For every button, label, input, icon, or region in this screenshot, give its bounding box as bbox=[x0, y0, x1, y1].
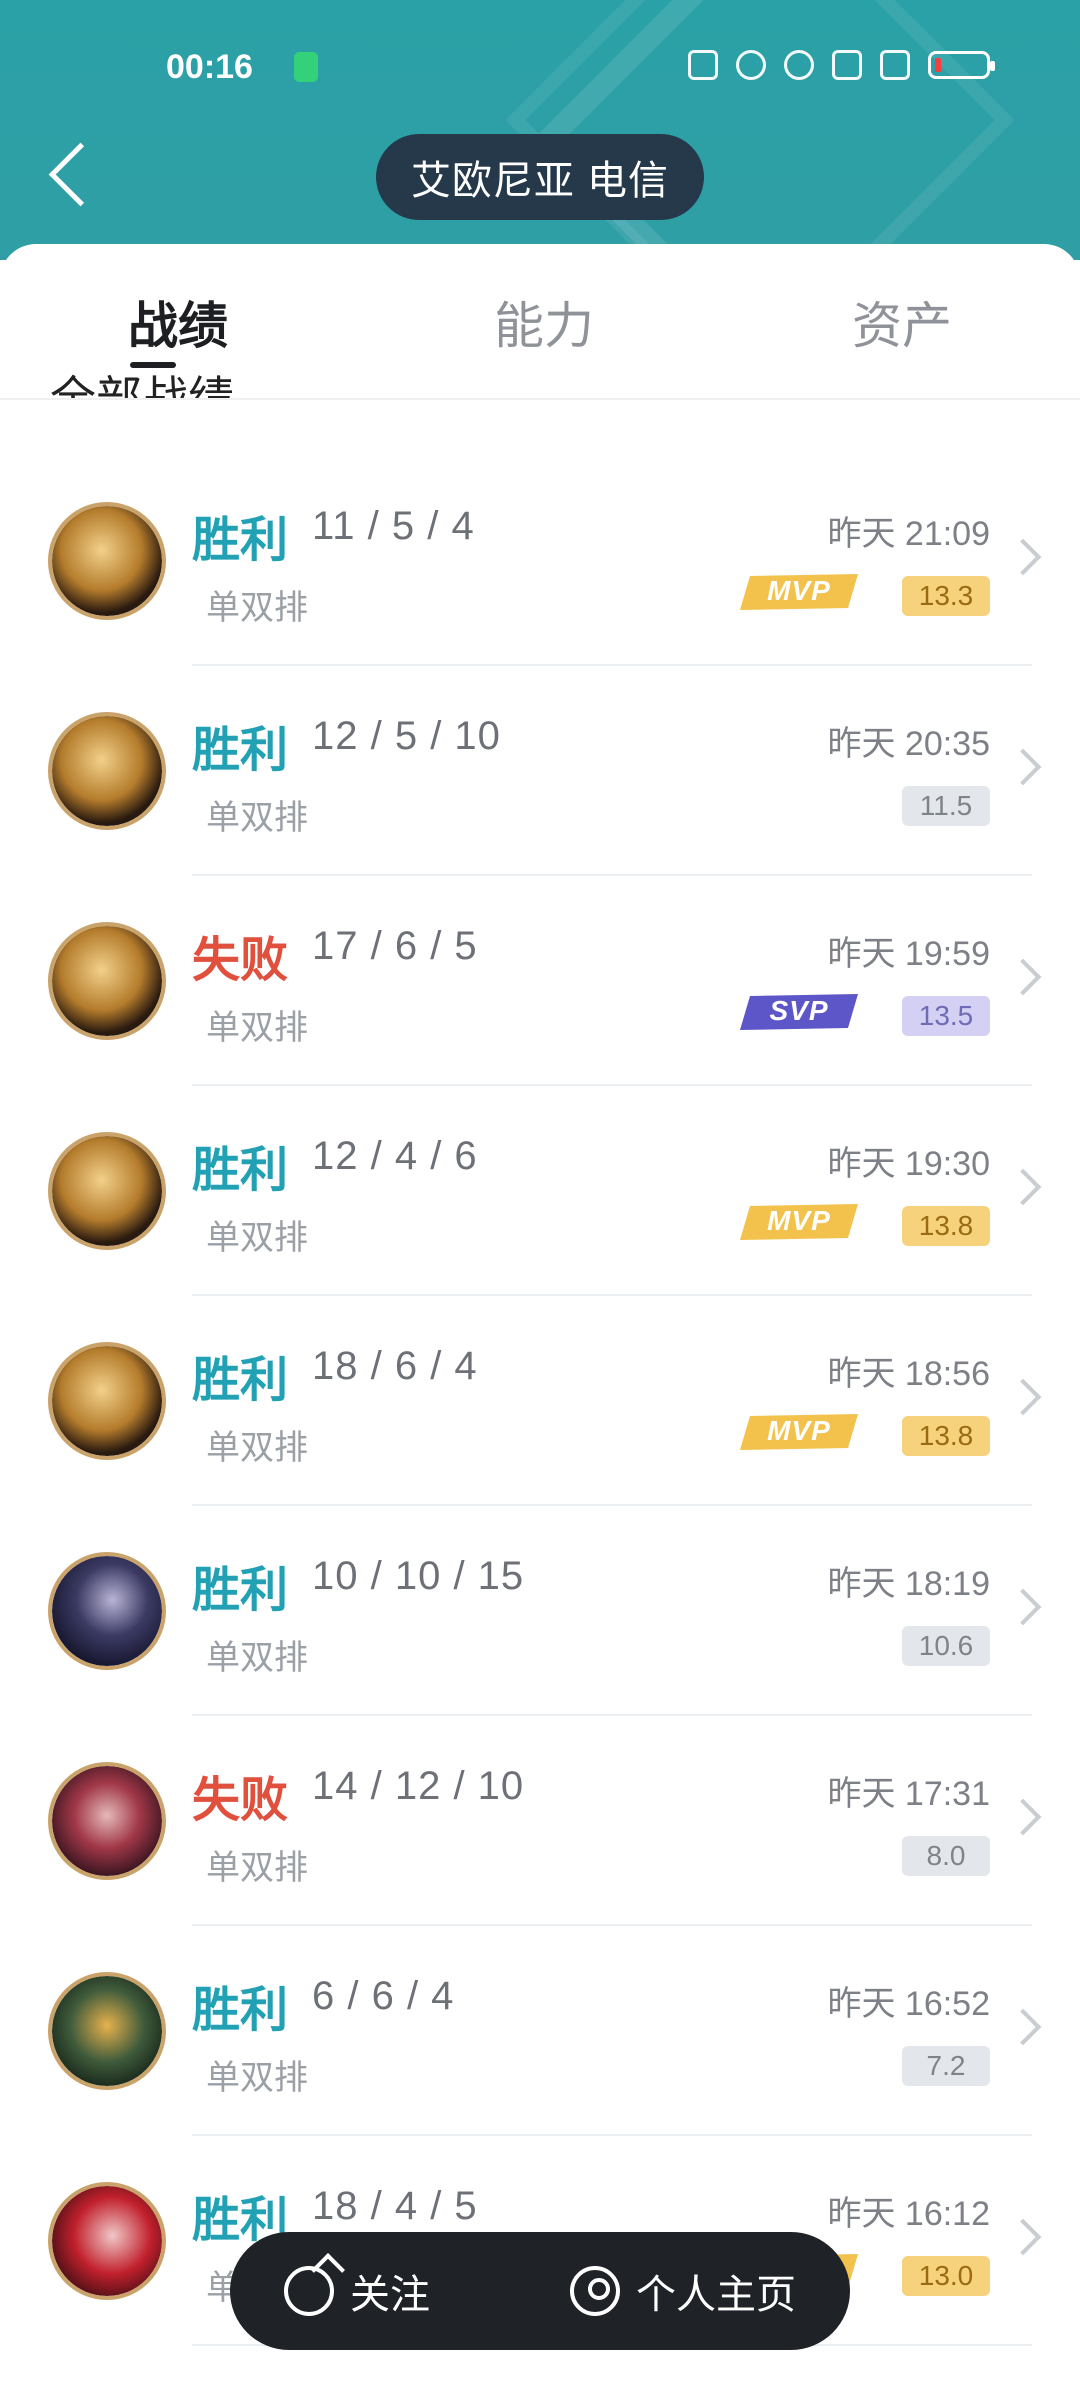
match-row[interactable]: 胜利 18 / 6 / 4 单双排 昨天 18:56 MVP 13.8 bbox=[0, 1296, 1080, 1506]
champion-avatar bbox=[48, 1342, 166, 1460]
champion-avatar bbox=[48, 712, 166, 830]
match-score: 8.0 bbox=[902, 1836, 990, 1876]
match-kda: 18 / 4 / 5 bbox=[312, 2184, 478, 2228]
match-row[interactable]: 胜利 12 / 5 / 10 单双排 昨天 20:35 11.5 bbox=[0, 666, 1080, 876]
match-list: 胜利 11 / 5 / 4 单双排 昨天 21:09 MVP 13.3 胜利 1… bbox=[0, 456, 1080, 2346]
match-mode: 单双排 bbox=[206, 1009, 308, 1047]
match-result: 胜利 bbox=[192, 724, 289, 777]
chevron-right-icon bbox=[1004, 2218, 1042, 2256]
match-mode: 单双排 bbox=[206, 799, 308, 837]
match-time: 昨天 16:12 bbox=[827, 2195, 990, 2233]
match-mode: 单双排 bbox=[206, 2059, 308, 2097]
match-time: 昨天 18:19 bbox=[827, 1565, 990, 1603]
match-row[interactable]: 胜利 12 / 4 / 6 单双排 昨天 19:30 MVP 13.8 bbox=[0, 1086, 1080, 1296]
match-score: 13.0 bbox=[902, 2256, 990, 2296]
match-kda: 14 / 12 / 10 bbox=[312, 1764, 525, 1808]
match-time: 昨天 18:56 bbox=[827, 1355, 990, 1393]
chevron-right-icon bbox=[1004, 1798, 1042, 1836]
hd-icon bbox=[832, 50, 862, 80]
chevron-right-icon bbox=[1004, 538, 1042, 576]
match-result: 胜利 bbox=[192, 1144, 289, 1197]
match-score: 11.5 bbox=[902, 786, 990, 826]
match-row[interactable]: 胜利 10 / 10 / 15 单双排 昨天 18:19 10.6 bbox=[0, 1506, 1080, 1716]
profile-button[interactable]: 个人主页 bbox=[570, 2262, 796, 2320]
section-title: 全部战绩 bbox=[50, 372, 234, 398]
match-result: 胜利 bbox=[192, 1354, 289, 1407]
champion-avatar bbox=[48, 1132, 166, 1250]
server-title[interactable]: 艾欧尼亚 电信 bbox=[376, 134, 704, 220]
match-result: 失败 bbox=[192, 1774, 289, 1827]
chevron-right-icon bbox=[1004, 1168, 1042, 1206]
status-time: 00:16 bbox=[166, 48, 253, 86]
champion-avatar bbox=[48, 922, 166, 1040]
match-kda: 10 / 10 / 15 bbox=[312, 1554, 525, 1598]
profile-icon bbox=[570, 2266, 620, 2316]
match-kda: 18 / 6 / 4 bbox=[312, 1344, 478, 1388]
status-bar: 00:16 bbox=[0, 40, 1080, 100]
match-time: 昨天 21:09 bbox=[827, 515, 990, 553]
status-icons bbox=[688, 50, 995, 80]
chevron-right-icon bbox=[1004, 748, 1042, 786]
match-score: 13.8 bbox=[902, 1206, 990, 1246]
back-button[interactable] bbox=[40, 140, 100, 220]
alarm-icon bbox=[736, 50, 766, 80]
match-kda: 12 / 4 / 6 bbox=[312, 1134, 478, 1178]
mvp-badge: MVP bbox=[740, 1410, 858, 1452]
match-mode: 单双排 bbox=[206, 1849, 308, 1887]
match-score: 13.3 bbox=[902, 576, 990, 616]
mvp-badge: MVP bbox=[740, 1200, 858, 1242]
champion-avatar bbox=[48, 1972, 166, 2090]
5g-signal-icon bbox=[880, 50, 910, 80]
match-kda: 6 / 6 / 4 bbox=[312, 1974, 455, 2018]
match-time: 昨天 16:52 bbox=[827, 1985, 990, 2023]
nfc-icon bbox=[688, 50, 718, 80]
match-kda: 12 / 5 / 10 bbox=[312, 714, 501, 758]
chevron-right-icon bbox=[1004, 958, 1042, 996]
follow-label: 关注 bbox=[350, 2273, 430, 2317]
match-row[interactable]: 失败 17 / 6 / 5 单双排 昨天 19:59 SVP 13.5 bbox=[0, 876, 1080, 1086]
match-row[interactable]: 胜利 11 / 5 / 4 单双排 昨天 21:09 MVP 13.3 bbox=[0, 456, 1080, 666]
match-kda: 17 / 6 / 5 bbox=[312, 924, 478, 968]
chevron-right-icon bbox=[1004, 1588, 1042, 1626]
mvp-badge: MVP bbox=[740, 570, 858, 612]
follow-button[interactable]: 关注 bbox=[284, 2262, 430, 2320]
match-time: 昨天 20:35 bbox=[827, 725, 990, 763]
match-score: 7.2 bbox=[902, 2046, 990, 2086]
champion-avatar bbox=[48, 1762, 166, 1880]
match-time: 昨天 19:59 bbox=[827, 935, 990, 973]
champion-avatar bbox=[48, 1552, 166, 1670]
match-result: 胜利 bbox=[192, 1984, 289, 2037]
chevron-right-icon bbox=[1004, 1378, 1042, 1416]
match-result: 胜利 bbox=[192, 514, 289, 567]
battery-saver-icon bbox=[294, 52, 318, 82]
tab-record[interactable]: 战绩 bbox=[128, 286, 228, 358]
profile-label: 个人主页 bbox=[636, 2273, 796, 2317]
match-mode: 单双排 bbox=[206, 1429, 308, 1467]
match-kda: 11 / 5 / 4 bbox=[312, 504, 475, 548]
tab-ability[interactable]: 能力 bbox=[494, 286, 594, 358]
match-result: 胜利 bbox=[192, 1564, 289, 1617]
champion-avatar bbox=[48, 502, 166, 620]
match-time: 昨天 17:31 bbox=[827, 1775, 990, 1813]
match-result: 失败 bbox=[192, 934, 289, 987]
battery-low-icon bbox=[928, 51, 995, 79]
match-score: 10.6 bbox=[902, 1626, 990, 1666]
champion-avatar bbox=[48, 2182, 166, 2300]
match-mode: 单双排 bbox=[206, 1219, 308, 1257]
match-score: 13.5 bbox=[902, 996, 990, 1036]
match-mode: 单双排 bbox=[206, 589, 308, 627]
wifi-icon bbox=[784, 50, 814, 80]
svp-badge: SVP bbox=[740, 990, 858, 1032]
match-row[interactable]: 失败 14 / 12 / 10 单双排 昨天 17:31 8.0 bbox=[0, 1716, 1080, 1926]
match-time: 昨天 19:30 bbox=[827, 1145, 990, 1183]
follow-icon bbox=[284, 2266, 334, 2316]
bottom-action-bar: 关注 个人主页 bbox=[230, 2232, 850, 2350]
match-mode: 单双排 bbox=[206, 1639, 308, 1677]
match-row[interactable]: 胜利 6 / 6 / 4 单双排 昨天 16:52 7.2 bbox=[0, 1926, 1080, 2136]
header: 00:16 艾欧尼亚 电信 bbox=[0, 0, 1080, 260]
match-score: 13.8 bbox=[902, 1416, 990, 1456]
chevron-right-icon bbox=[1004, 2008, 1042, 2046]
tab-assets[interactable]: 资产 bbox=[852, 286, 952, 358]
